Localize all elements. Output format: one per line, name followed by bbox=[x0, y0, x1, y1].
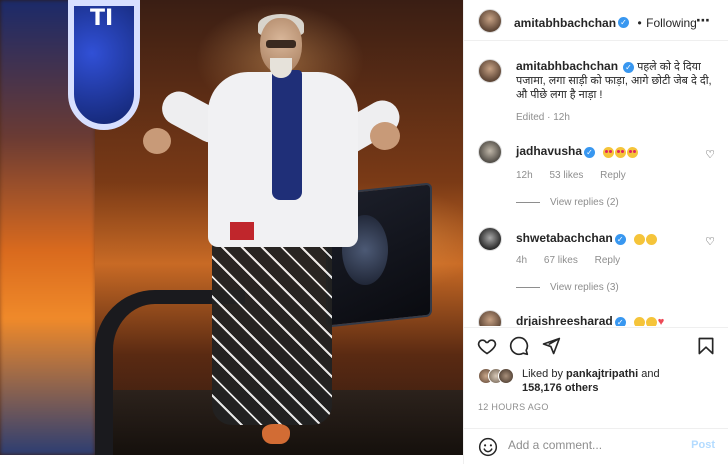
heart-eyes-emoji-icon bbox=[615, 146, 627, 158]
patterned-lungi bbox=[212, 240, 332, 425]
post-action-bar bbox=[464, 327, 728, 362]
heart-eyes-emoji-icon bbox=[627, 146, 639, 158]
comment-meta: 4h 67 likes Reply bbox=[516, 255, 634, 266]
caption-author-avatar[interactable] bbox=[478, 59, 502, 83]
author-username[interactable]: amitabhbachchan bbox=[514, 16, 616, 30]
beard bbox=[270, 58, 292, 78]
heart-outline-icon[interactable] bbox=[477, 336, 497, 356]
red-pouch bbox=[230, 222, 254, 240]
likes-text: Liked by pankajtripathi and 158,176 othe… bbox=[522, 367, 660, 395]
likes-count[interactable]: 158,176 others bbox=[522, 382, 598, 394]
verified-badge-icon: ✓ bbox=[614, 233, 626, 245]
view-replies-label: View replies (3) bbox=[550, 282, 619, 293]
author-line: amitabhbachchan ✓ • Following bbox=[514, 14, 697, 32]
liker-avatar[interactable] bbox=[498, 368, 514, 384]
post-comment-button[interactable]: Post bbox=[691, 439, 715, 451]
comment-emojis: ♥ bbox=[633, 315, 665, 326]
caption-edited-time: Edited · 12h bbox=[516, 112, 570, 123]
commenter-username[interactable]: drjaishreesharad bbox=[516, 314, 613, 326]
view-replies-button[interactable]: View replies (3) bbox=[516, 282, 619, 293]
verified-badge-icon: ✓ bbox=[618, 17, 630, 29]
post-header: amitabhbachchan ✓ • Following ⋯ bbox=[464, 0, 728, 41]
verified-badge-icon: ✓ bbox=[623, 61, 635, 73]
commenter-username[interactable]: shwetabachchan bbox=[516, 231, 613, 245]
face-emoji-icon bbox=[633, 316, 645, 326]
verified-badge-icon: ✓ bbox=[584, 146, 596, 158]
post-photo[interactable]: TI bbox=[0, 0, 463, 455]
post-side-panel: amitabhbachchan ✓ • Following ⋯ amitabhba… bbox=[463, 0, 728, 464]
header-separator: • bbox=[637, 16, 642, 30]
view-replies-button[interactable]: View replies (2) bbox=[516, 197, 619, 208]
add-comment-input[interactable] bbox=[508, 438, 678, 452]
face-emoji-icon bbox=[645, 316, 657, 326]
heart-eyes-emoji-icon bbox=[603, 146, 615, 158]
post-timestamp[interactable]: 12 HOURS AGO bbox=[478, 402, 549, 412]
comment-like-heart-icon[interactable]: ♡ bbox=[705, 148, 715, 161]
red-heart-emoji-icon: ♥ bbox=[657, 315, 665, 326]
comment-age: 12h bbox=[516, 170, 533, 181]
face-emoji-icon bbox=[633, 233, 645, 245]
caption-author-username[interactable]: amitabhbachchan bbox=[516, 59, 618, 73]
caption: amitabhbachchan ✓ पहले को दे दिया पजामा, … bbox=[516, 59, 716, 102]
comment-emojis bbox=[602, 146, 639, 158]
paper-plane-icon[interactable] bbox=[541, 336, 561, 356]
show-logo-text: TI bbox=[90, 6, 114, 31]
commenter-username[interactable]: jadhavusha bbox=[516, 144, 582, 158]
comment-body: drjaishreesharad ✓ ♥ bbox=[516, 314, 664, 326]
comment-bubble-icon[interactable] bbox=[509, 336, 529, 356]
comment-body: shwetabachchan ✓ bbox=[516, 231, 657, 246]
smiley-icon[interactable] bbox=[478, 437, 498, 457]
replies-divider bbox=[516, 286, 540, 288]
face-emoji-icon bbox=[645, 233, 657, 245]
comment-reply-button[interactable]: Reply bbox=[600, 170, 626, 181]
likes-conjunction: and bbox=[641, 368, 660, 380]
comment-emojis bbox=[633, 233, 657, 245]
author-avatar[interactable] bbox=[478, 9, 502, 33]
comment-age: 4h bbox=[516, 255, 528, 266]
glasses bbox=[266, 40, 296, 48]
comment-meta: 12h 53 likes Reply bbox=[516, 170, 640, 181]
first-liker-username[interactable]: pankajtripathi bbox=[566, 368, 638, 380]
comment-reply-button[interactable]: Reply bbox=[595, 255, 621, 266]
likes-prefix: Liked by bbox=[522, 368, 563, 380]
replies-divider bbox=[516, 201, 540, 203]
bookmark-icon[interactable] bbox=[696, 336, 716, 356]
add-comment-bar: Post bbox=[464, 428, 728, 464]
following-button[interactable]: Following bbox=[646, 16, 697, 30]
verified-badge-icon: ✓ bbox=[614, 316, 626, 326]
comments-section[interactable]: amitabhbachchan ✓ पहले को दे दिया पजामा, … bbox=[464, 42, 728, 326]
comment-body: jadhavusha ✓ bbox=[516, 144, 639, 159]
more-options-icon[interactable]: ⋯ bbox=[696, 12, 711, 29]
right-hand bbox=[370, 122, 400, 150]
commenter-avatar[interactable] bbox=[478, 310, 502, 326]
comment-likes[interactable]: 53 likes bbox=[549, 170, 583, 181]
view-replies-label: View replies (2) bbox=[550, 197, 619, 208]
comment-like-heart-icon[interactable]: ♡ bbox=[705, 235, 715, 248]
commenter-avatar[interactable] bbox=[478, 227, 502, 251]
left-hand bbox=[143, 128, 171, 154]
blue-scarf bbox=[272, 70, 302, 200]
comment-likes[interactable]: 67 likes bbox=[544, 255, 578, 266]
shoes bbox=[262, 424, 290, 444]
commenter-avatar[interactable] bbox=[478, 140, 502, 164]
